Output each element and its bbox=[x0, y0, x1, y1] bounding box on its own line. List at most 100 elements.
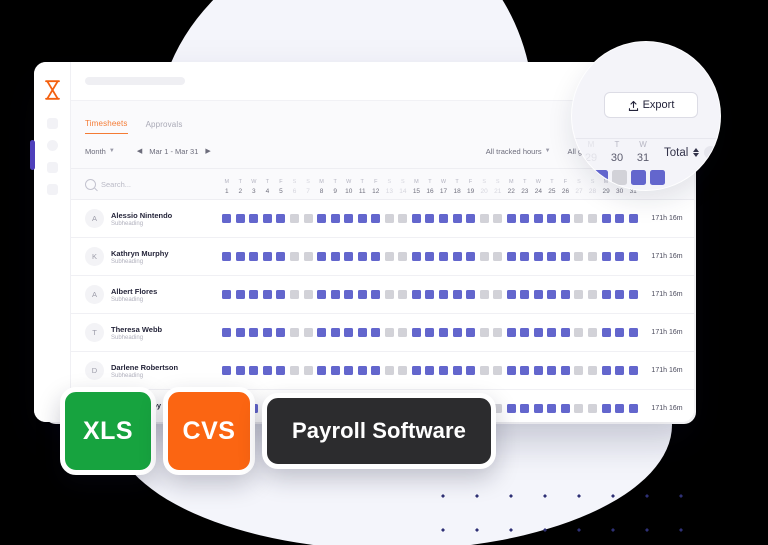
timesheet-cell-off[interactable] bbox=[588, 214, 598, 223]
timesheet-cell[interactable] bbox=[262, 290, 272, 299]
timesheet-cell-off[interactable] bbox=[290, 290, 299, 299]
timesheet-cell[interactable] bbox=[249, 328, 259, 337]
timesheet-cell[interactable] bbox=[276, 214, 286, 223]
timesheet-cell[interactable] bbox=[330, 252, 340, 261]
timesheet-cell[interactable] bbox=[317, 366, 327, 375]
timesheet-cell-off[interactable] bbox=[574, 366, 584, 375]
timesheet-cell[interactable] bbox=[262, 328, 272, 337]
tracked-hours-filter[interactable]: All tracked hours ▼ bbox=[486, 147, 551, 156]
timesheet-cell[interactable] bbox=[249, 366, 259, 375]
timesheet-cell-off[interactable] bbox=[303, 328, 313, 337]
timesheet-cell[interactable] bbox=[615, 290, 625, 299]
timesheet-cell-off[interactable] bbox=[574, 214, 584, 223]
timesheet-cell[interactable] bbox=[628, 214, 638, 223]
timesheet-cell-off[interactable] bbox=[588, 290, 598, 299]
timesheet-cell[interactable] bbox=[533, 290, 543, 299]
timesheet-cell-off[interactable] bbox=[384, 290, 394, 299]
badge-payroll-software[interactable]: Payroll Software bbox=[262, 393, 496, 469]
timesheet-cell[interactable] bbox=[628, 290, 638, 299]
timesheet-cell[interactable] bbox=[520, 252, 530, 261]
sidebar-item-3[interactable] bbox=[46, 162, 58, 173]
timesheet-cell[interactable] bbox=[371, 252, 381, 261]
timesheet-cell[interactable] bbox=[249, 252, 259, 261]
table-row[interactable]: T Theresa Webb Subheading 171h 16m bbox=[71, 314, 694, 352]
timesheet-cell[interactable] bbox=[235, 214, 245, 223]
timesheet-cell[interactable] bbox=[371, 366, 381, 375]
timesheet-cell[interactable] bbox=[249, 290, 259, 299]
search-input[interactable]: Search... bbox=[71, 169, 220, 199]
timesheet-cell[interactable] bbox=[317, 290, 327, 299]
timesheet-cell[interactable] bbox=[560, 328, 570, 337]
timesheet-cell-off[interactable] bbox=[290, 328, 299, 337]
timesheet-cell[interactable] bbox=[452, 366, 462, 375]
timesheet-cell[interactable] bbox=[452, 214, 462, 223]
timesheet-cell[interactable] bbox=[520, 328, 530, 337]
table-row[interactable]: K Kathryn Murphy Subheading 171h 16m bbox=[71, 238, 694, 276]
timesheet-cell-off[interactable] bbox=[398, 214, 408, 223]
timesheet-cell[interactable] bbox=[601, 366, 611, 375]
timesheet-cell[interactable] bbox=[276, 252, 286, 261]
timesheet-cell[interactable] bbox=[222, 328, 232, 337]
timesheet-cell[interactable] bbox=[411, 366, 421, 375]
timesheet-cell-off[interactable] bbox=[290, 366, 299, 375]
timesheet-cell[interactable] bbox=[574, 170, 589, 185]
timesheet-cell[interactable] bbox=[601, 252, 611, 261]
timesheet-cell[interactable] bbox=[547, 366, 557, 375]
table-row[interactable]: A Alessio Nintendo Subheading 171h 16m bbox=[71, 200, 694, 238]
timesheet-cell-off[interactable] bbox=[612, 170, 627, 185]
timesheet-cell[interactable] bbox=[601, 214, 611, 223]
timesheet-cell[interactable] bbox=[344, 366, 354, 375]
timesheet-cell[interactable] bbox=[452, 290, 462, 299]
chevron-right-icon[interactable]: ▶ bbox=[205, 147, 210, 155]
timesheet-cell-off[interactable] bbox=[479, 290, 489, 299]
timesheet-cell[interactable] bbox=[615, 252, 625, 261]
timesheet-cell[interactable] bbox=[628, 252, 638, 261]
magnifier-total-column[interactable]: Total bbox=[664, 146, 718, 159]
timesheet-cell[interactable] bbox=[222, 252, 232, 261]
timesheet-cell-off[interactable] bbox=[384, 214, 394, 223]
timesheet-cell-off[interactable] bbox=[290, 252, 299, 261]
timesheet-cell[interactable] bbox=[357, 328, 367, 337]
timesheet-cell[interactable] bbox=[439, 366, 449, 375]
timesheet-cell[interactable] bbox=[601, 290, 611, 299]
timesheet-cell-off[interactable] bbox=[493, 290, 503, 299]
timesheet-cell-off[interactable] bbox=[398, 328, 408, 337]
timesheet-cell[interactable] bbox=[330, 328, 340, 337]
timesheet-cell[interactable] bbox=[330, 214, 340, 223]
timesheet-cell-off[interactable] bbox=[574, 252, 584, 261]
timesheet-cell[interactable] bbox=[547, 290, 557, 299]
timesheet-cell[interactable] bbox=[222, 290, 232, 299]
timesheet-cell[interactable] bbox=[317, 214, 327, 223]
tab-approvals[interactable]: Approvals bbox=[146, 120, 183, 134]
timesheet-cell[interactable] bbox=[560, 214, 570, 223]
timesheet-cell[interactable] bbox=[317, 252, 327, 261]
timesheet-cell-off[interactable] bbox=[588, 366, 598, 375]
chevron-left-icon[interactable]: ◀ bbox=[137, 147, 142, 155]
timesheet-cell[interactable] bbox=[330, 366, 340, 375]
timesheet-cell[interactable] bbox=[439, 214, 449, 223]
sidebar-item-1[interactable] bbox=[46, 118, 58, 129]
timesheet-cell[interactable] bbox=[371, 290, 381, 299]
timesheet-cell[interactable] bbox=[466, 290, 476, 299]
timesheet-cell[interactable] bbox=[357, 290, 367, 299]
timesheet-cell[interactable] bbox=[533, 328, 543, 337]
timesheet-cell[interactable] bbox=[547, 252, 557, 261]
timesheet-cell[interactable] bbox=[506, 290, 516, 299]
timesheet-cell-off[interactable] bbox=[303, 366, 313, 375]
timesheet-cell-off[interactable] bbox=[493, 214, 503, 223]
timesheet-cell[interactable] bbox=[235, 328, 245, 337]
timesheet-cell[interactable] bbox=[371, 214, 381, 223]
timesheet-cell[interactable] bbox=[506, 214, 516, 223]
timesheet-cell[interactable] bbox=[344, 252, 354, 261]
timesheet-cell[interactable] bbox=[276, 328, 286, 337]
timesheet-cell[interactable] bbox=[344, 328, 354, 337]
timesheet-cell[interactable] bbox=[560, 290, 570, 299]
timesheet-cell[interactable] bbox=[506, 404, 516, 413]
timesheet-cell-off[interactable] bbox=[398, 366, 408, 375]
timesheet-cell[interactable] bbox=[520, 290, 530, 299]
timesheet-cell-off[interactable] bbox=[493, 366, 503, 375]
timesheet-cell-off[interactable] bbox=[574, 290, 584, 299]
timesheet-cell[interactable] bbox=[560, 404, 570, 413]
timesheet-cell[interactable] bbox=[533, 404, 543, 413]
timesheet-cell[interactable] bbox=[628, 404, 638, 413]
